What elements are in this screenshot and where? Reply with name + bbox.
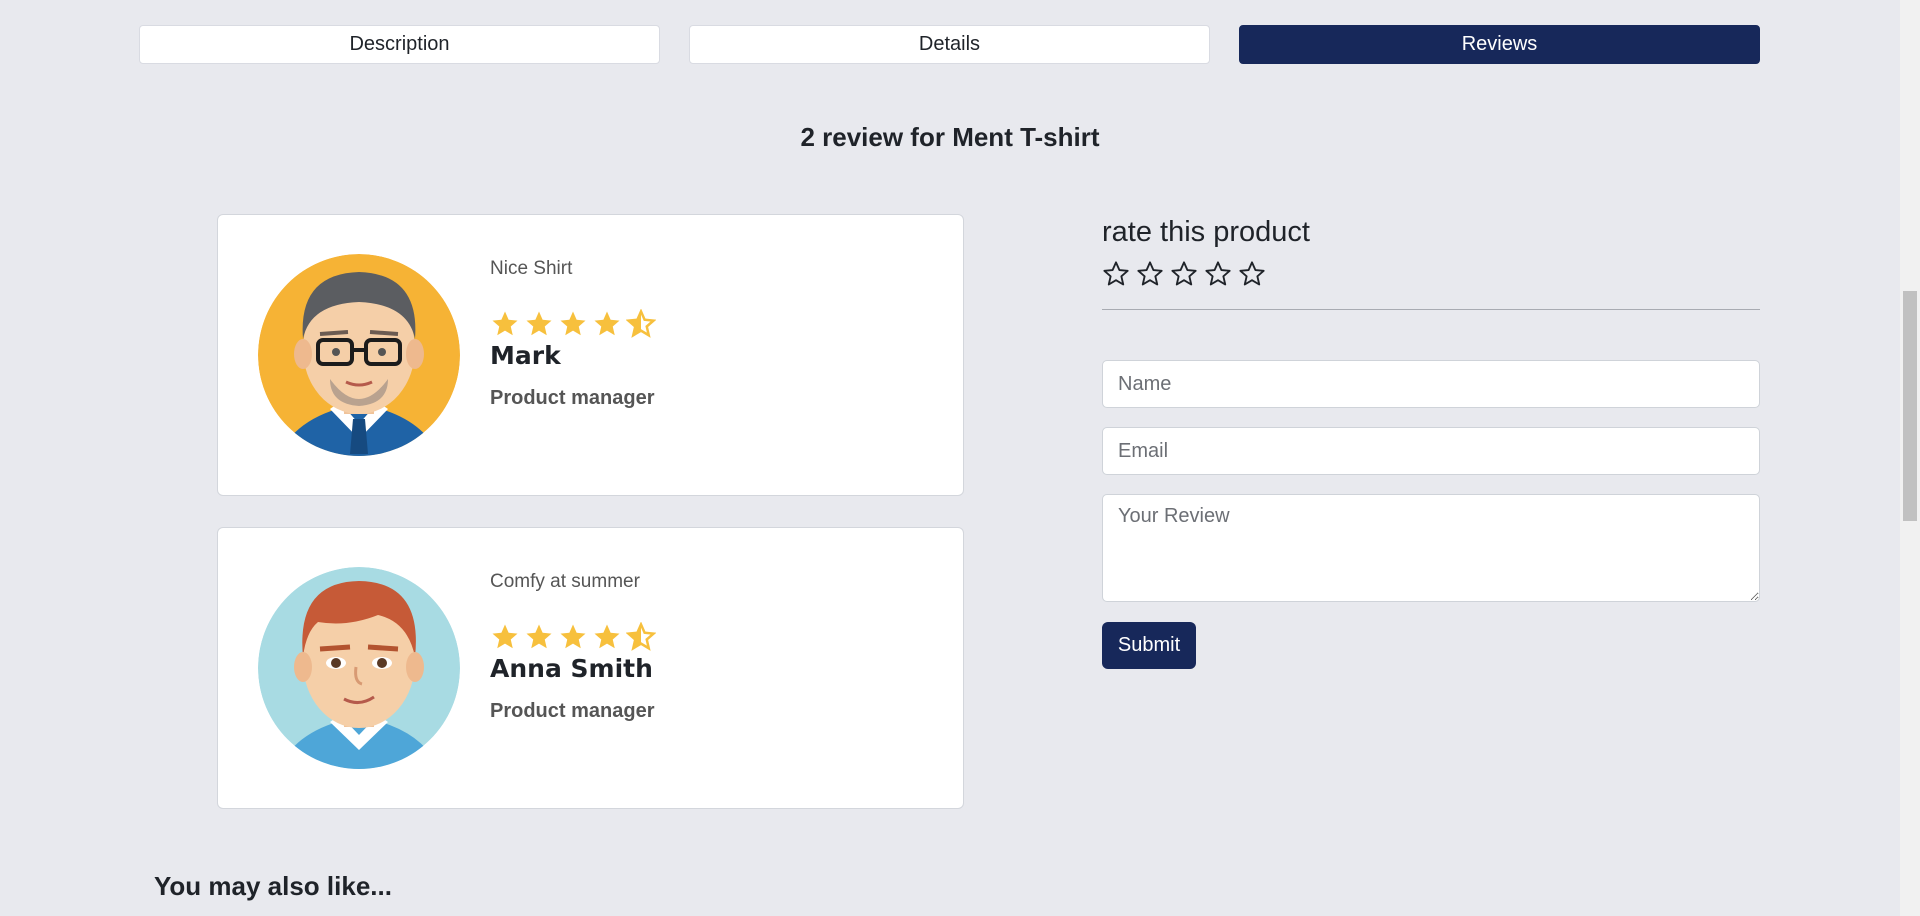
review-card: Nice Shirt Mark Product manager — [217, 214, 964, 496]
review-headline: Comfy at summer — [490, 571, 640, 592]
divider — [1102, 309, 1760, 310]
star-full-icon — [560, 624, 586, 649]
rating-stars — [490, 622, 940, 652]
reviews-title: 2 review for Ment T-shirt — [800, 122, 1100, 152]
avatar — [258, 567, 460, 769]
also-like-heading: You may also like... — [154, 871, 392, 901]
rate-title: rate this product — [1102, 216, 1310, 248]
star-half-icon — [626, 622, 656, 651]
star-half-icon — [626, 309, 656, 338]
review-content: Nice Shirt Mark Product manager — [490, 257, 940, 410]
review-card: Comfy at summer Anna Smith Product manag… — [217, 527, 964, 809]
tab-description[interactable]: Description — [139, 25, 660, 64]
submit-button[interactable]: Submit — [1102, 622, 1196, 669]
star-outline-icon[interactable] — [1102, 259, 1130, 289]
reviewer-name: Mark — [490, 341, 561, 370]
email-field[interactable] — [1102, 427, 1760, 475]
reviewer-role: Product manager — [490, 700, 655, 722]
star-outline-icon[interactable] — [1238, 259, 1266, 289]
tab-details[interactable]: Details — [689, 25, 1210, 64]
scrollbar[interactable] — [1900, 0, 1920, 916]
review-textarea[interactable] — [1102, 494, 1760, 602]
young-man-avatar — [258, 567, 460, 769]
product-tabs: Description Details Reviews — [139, 25, 1760, 64]
star-full-icon — [560, 311, 586, 336]
star-outline-icon[interactable] — [1204, 259, 1232, 289]
rating-stars — [490, 309, 940, 339]
star-full-icon — [526, 624, 552, 649]
reviewer-role: Product manager — [490, 387, 655, 409]
rate-product-section: rate this product — [1102, 214, 1760, 310]
star-full-icon — [594, 624, 620, 649]
star-outline-icon[interactable] — [1136, 259, 1164, 289]
scrollbar-thumb[interactable] — [1903, 291, 1917, 521]
review-headline: Nice Shirt — [490, 258, 573, 279]
avatar — [258, 254, 460, 456]
rate-stars — [1102, 259, 1760, 289]
name-field[interactable] — [1102, 360, 1760, 408]
review-content: Comfy at summer Anna Smith Product manag… — [490, 570, 940, 723]
star-outline-icon[interactable] — [1170, 259, 1198, 289]
reviewer-name: Anna Smith — [490, 654, 653, 683]
star-full-icon — [526, 311, 552, 336]
man-with-glasses-avatar — [258, 254, 460, 456]
star-full-icon — [492, 624, 518, 649]
star-full-icon — [594, 311, 620, 336]
tab-reviews[interactable]: Reviews — [1239, 25, 1760, 64]
star-full-icon — [492, 311, 518, 336]
